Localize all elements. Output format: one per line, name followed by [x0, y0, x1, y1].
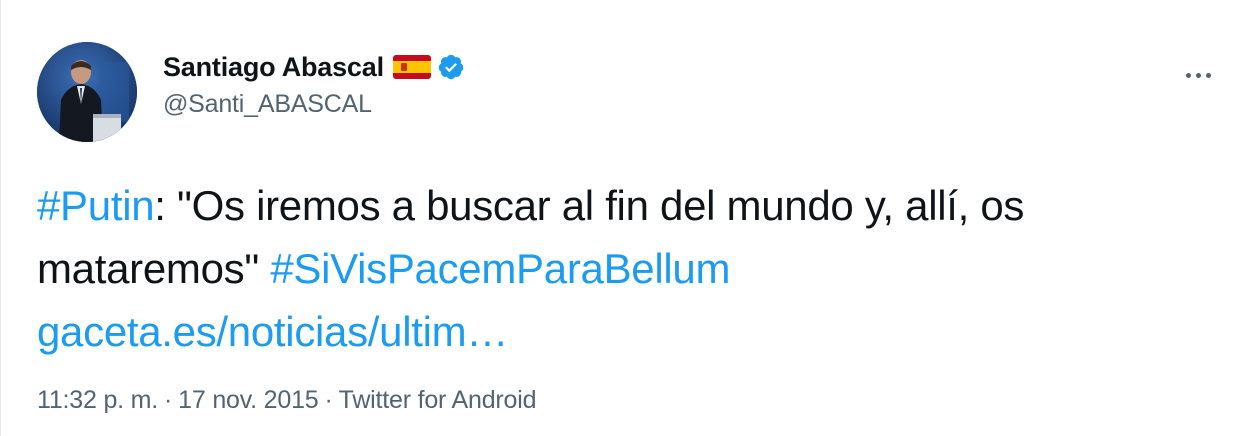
- tweet-text: #Putin: "Os iremos a buscar al fin del m…: [37, 174, 1217, 363]
- more-horizontal-icon-dot: [1195, 72, 1201, 78]
- tweet-date[interactable]: 17 nov. 2015: [178, 386, 319, 414]
- verified-badge-icon: [437, 53, 465, 81]
- avatar[interactable]: [37, 42, 137, 142]
- more-horizontal-icon: [1185, 72, 1191, 78]
- meta-separator: ·: [324, 386, 333, 414]
- user-handle[interactable]: @Santi_ABASCAL: [163, 90, 465, 119]
- tweet-header: Santiago Abascal @Santi_ABASCAL: [37, 40, 1220, 144]
- avatar-image: [37, 42, 137, 142]
- tweet-link-url[interactable]: gaceta.es/noticias/ultim…: [37, 308, 508, 355]
- tweet-meta: 11:32 p. m. · 17 nov. 2015 · Twitter for And…: [37, 386, 537, 415]
- more-horizontal-icon-dot: [1205, 72, 1211, 78]
- name-row: Santiago Abascal: [163, 50, 465, 84]
- display-name[interactable]: Santiago Abascal: [163, 52, 384, 83]
- tweet-card: Santiago Abascal @Santi_ABASCAL #Putin: …: [0, 0, 1244, 436]
- meta-separator: ·: [164, 386, 173, 414]
- hashtag-putin[interactable]: #Putin: [37, 182, 155, 229]
- more-options-button[interactable]: [1176, 60, 1220, 90]
- spain-flag-icon: [392, 55, 431, 79]
- tweet-time[interactable]: 11:32 p. m.: [37, 386, 158, 414]
- user-info: Santiago Abascal @Santi_ABASCAL: [163, 50, 465, 119]
- tweet-source[interactable]: Twitter for Android: [339, 386, 537, 414]
- hashtag-sivispacemparabellum[interactable]: #SiVisPacemParaBellum: [270, 245, 730, 292]
